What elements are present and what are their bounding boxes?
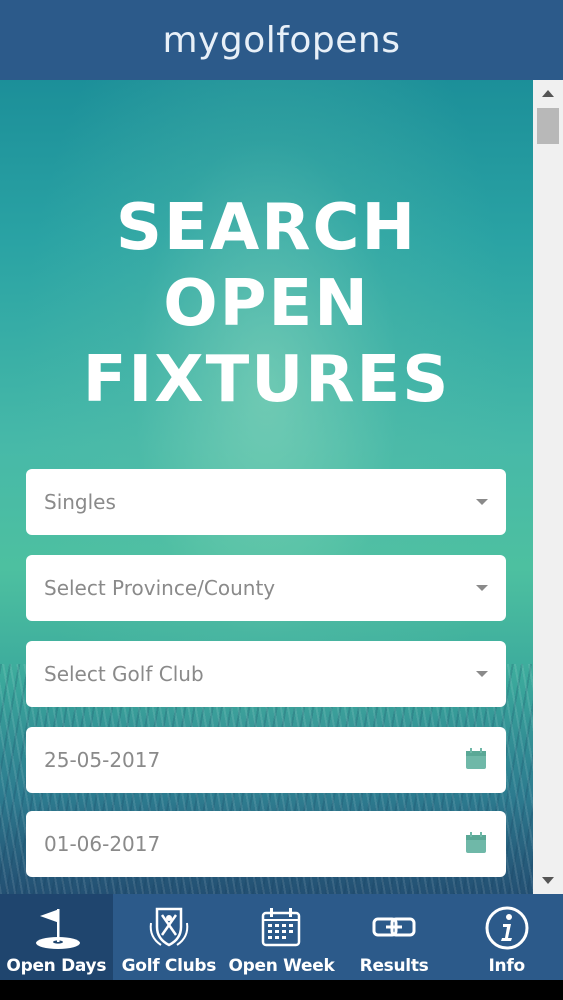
scroll-up-arrow[interactable] <box>542 90 554 97</box>
calendar-icon[interactable] <box>464 831 488 855</box>
scrollbar[interactable] <box>533 80 563 894</box>
scroll-down-arrow[interactable] <box>542 877 554 884</box>
nav-label: Info <box>488 956 526 976</box>
page-title: SEARCH OPEN FIXTURES <box>0 190 533 418</box>
province-select[interactable]: Select Province/County <box>26 555 506 621</box>
title-line-1: SEARCH <box>115 191 418 265</box>
info-icon <box>485 906 529 950</box>
link-icon <box>372 917 416 937</box>
club-select[interactable]: Select Golf Club <box>26 641 506 707</box>
nav-item-results[interactable]: Results <box>338 894 451 980</box>
title-line-3: FIXTURES <box>82 343 451 417</box>
bottom-nav: Open Days Golf Clubs Open Week Results I… <box>0 894 563 980</box>
nav-label: Results <box>359 956 429 976</box>
province-select-placeholder: Select Province/County <box>44 576 276 600</box>
nav-item-golf-clubs[interactable]: Golf Clubs <box>113 894 226 980</box>
app-header: mygolfopens <box>0 0 563 80</box>
nav-label: Open Week <box>228 956 335 976</box>
date-to-field[interactable]: 01-06-2017 <box>26 811 506 877</box>
bottom-strip <box>0 980 563 1000</box>
nav-label: Golf Clubs <box>121 956 217 976</box>
search-panel: SEARCH OPEN FIXTURES Singles Select Prov… <box>0 80 533 894</box>
nav-item-open-week[interactable]: Open Week <box>225 894 338 980</box>
nav-item-open-days[interactable]: Open Days <box>0 894 113 980</box>
calendar-icon[interactable] <box>464 747 488 771</box>
chevron-down-icon <box>476 499 488 505</box>
type-select[interactable]: Singles <box>26 469 506 535</box>
golf-flag-icon <box>36 909 81 949</box>
date-from-value: 25-05-2017 <box>44 748 161 772</box>
title-line-2: OPEN <box>163 267 370 341</box>
nav-item-info[interactable]: Info <box>450 894 563 980</box>
club-select-placeholder: Select Golf Club <box>44 662 204 686</box>
date-to-value: 01-06-2017 <box>44 832 161 856</box>
calendar-icon <box>262 908 301 947</box>
app-logo: mygolfopens <box>162 19 401 61</box>
scroll-thumb[interactable] <box>537 108 559 144</box>
chevron-down-icon <box>476 585 488 591</box>
chevron-down-icon <box>476 671 488 677</box>
date-from-field[interactable]: 25-05-2017 <box>26 727 506 793</box>
nav-label: Open Days <box>6 956 107 976</box>
crest-icon <box>149 907 189 947</box>
type-select-value: Singles <box>44 490 116 514</box>
